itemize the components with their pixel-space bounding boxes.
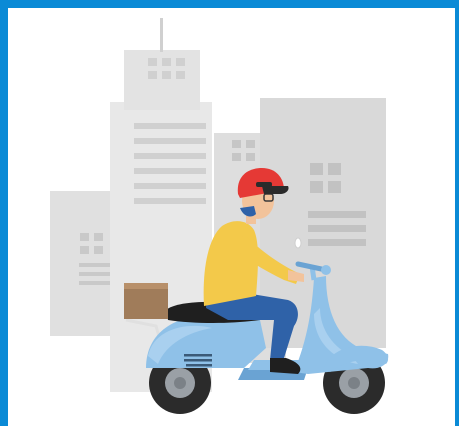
- parcel-box-icon: [124, 283, 168, 319]
- image-frame: [0, 0, 459, 426]
- delivery-illustration: [50, 18, 389, 414]
